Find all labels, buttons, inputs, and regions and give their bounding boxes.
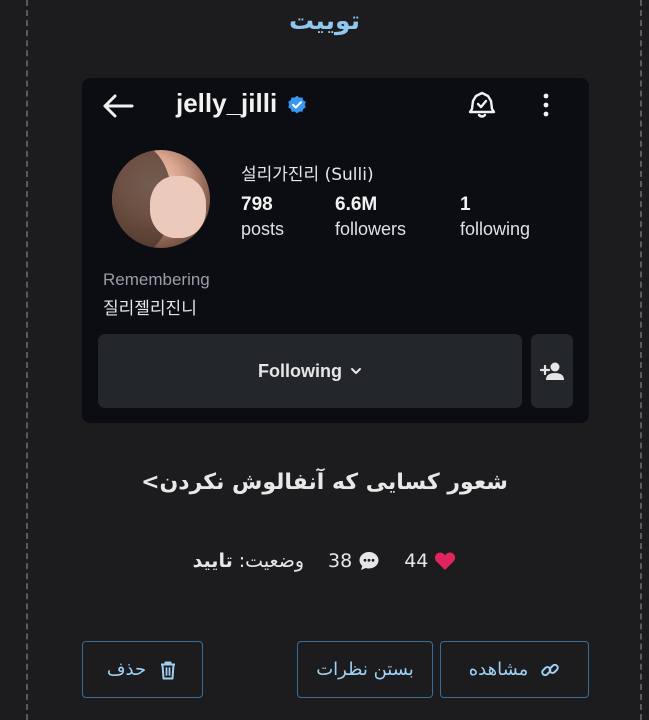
- right-divider: [640, 0, 642, 720]
- stat-posts-value: 798: [241, 194, 273, 215]
- profile-full-name: 설리가진리 (Sulli): [241, 165, 374, 185]
- chevron-down-icon: [350, 368, 361, 374]
- comment-icon: [359, 552, 379, 570]
- page-title: توییت: [288, 6, 361, 35]
- tweet-page: توییت jelly_jilli 설리가진리 (Sulli) 798 post…: [0, 0, 649, 720]
- close-comments-button[interactable]: بستن نظرات: [297, 641, 433, 698]
- stat-posts-label: posts: [241, 219, 285, 239]
- comment-count: 38: [328, 550, 380, 572]
- status-label: وضعیت:: [232, 550, 305, 572]
- comment-count-value: 38: [328, 550, 353, 572]
- like-count-value: 44: [404, 550, 429, 572]
- profile-username: jelly_jilli: [176, 88, 278, 118]
- stat-followers-label: followers: [335, 219, 407, 239]
- verified-badge-icon: [288, 95, 306, 114]
- stat-posts: 798 posts: [241, 194, 284, 240]
- delete-button-label: حذف: [106, 659, 147, 680]
- bell-icon: [468, 91, 496, 118]
- left-divider: [26, 0, 28, 720]
- view-button[interactable]: مشاهده: [440, 641, 589, 698]
- stat-following: 1 following: [460, 194, 530, 240]
- stat-following-label: following: [460, 219, 531, 239]
- remembering-label: Remembering: [103, 270, 210, 289]
- more-vertical-icon: [543, 93, 549, 117]
- link-icon: [541, 663, 560, 676]
- stat-following-value: 1: [460, 194, 471, 215]
- like-count: 44: [404, 550, 456, 572]
- stat-followers: 6.6M followers: [335, 194, 406, 240]
- profile-screenshot-card: jelly_jilli 설리가진리 (Sulli) 798 posts 6.6M…: [82, 78, 589, 423]
- profile-bio: 질리젤리진니: [103, 299, 197, 319]
- add-user-button: [531, 334, 573, 408]
- trash-icon: [161, 661, 176, 679]
- avatar-face: [150, 176, 206, 238]
- arrow-left-icon: [103, 94, 134, 118]
- status-value: تایید: [192, 550, 233, 572]
- add-user-icon: [540, 362, 564, 380]
- following-button: Following: [98, 334, 522, 408]
- following-button-label: Following: [258, 360, 342, 381]
- tweet-text: شعور کسایی که آنفالوش نکردن>: [141, 470, 508, 495]
- profile-avatar: [112, 150, 210, 248]
- close-comments-button-label: بستن نظرات: [316, 659, 414, 680]
- tweet-status: وضعیت: تایید: [193, 550, 304, 572]
- heart-icon: [435, 552, 456, 570]
- tweet-meta: وضعیت: تایید 38 44: [0, 550, 649, 572]
- delete-button[interactable]: حذف: [82, 641, 203, 698]
- stat-followers-value: 6.6M: [335, 194, 378, 215]
- view-button-label: مشاهده: [468, 659, 529, 680]
